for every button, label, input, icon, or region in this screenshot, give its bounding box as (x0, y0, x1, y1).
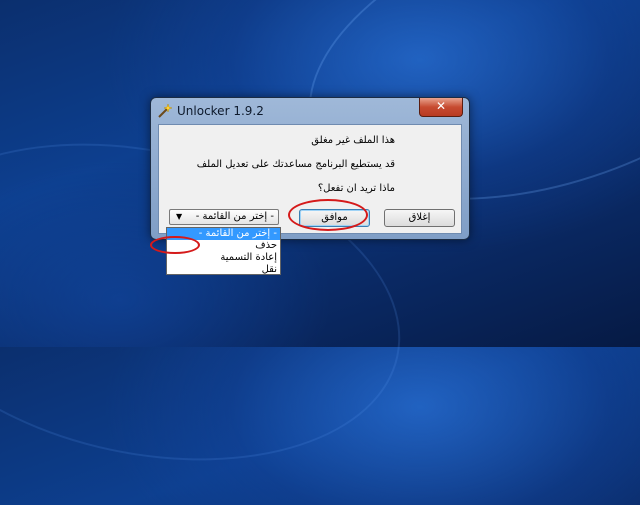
window-close-button[interactable]: ✕ (419, 98, 463, 117)
message-not-locked: هذا الملف غير مغلق (311, 135, 395, 146)
dropdown-item-move[interactable]: نقل (167, 264, 280, 276)
message-question: ماذا تريد ان تفعل؟ (317, 183, 395, 194)
chevron-down-icon: ▼ (176, 212, 183, 221)
annotation-ellipse-ok (288, 199, 368, 231)
window-title: Unlocker 1.9.2 (177, 104, 264, 118)
action-select-value: - إختر من القائمة - (195, 211, 274, 222)
dropdown-item-rename[interactable]: إعادة التسمية (167, 252, 280, 264)
unlocker-wand-icon (158, 103, 172, 118)
title-bar[interactable]: Unlocker 1.9.2 ✕ (151, 98, 469, 124)
annotation-ellipse-delete (150, 236, 200, 254)
close-button[interactable]: إغلاق (384, 209, 455, 227)
action-select[interactable]: - إختر من القائمة - ▼ (169, 209, 279, 225)
message-help: قد يستطيع البرنامج مساعدتك على تعديل الم… (196, 159, 395, 170)
